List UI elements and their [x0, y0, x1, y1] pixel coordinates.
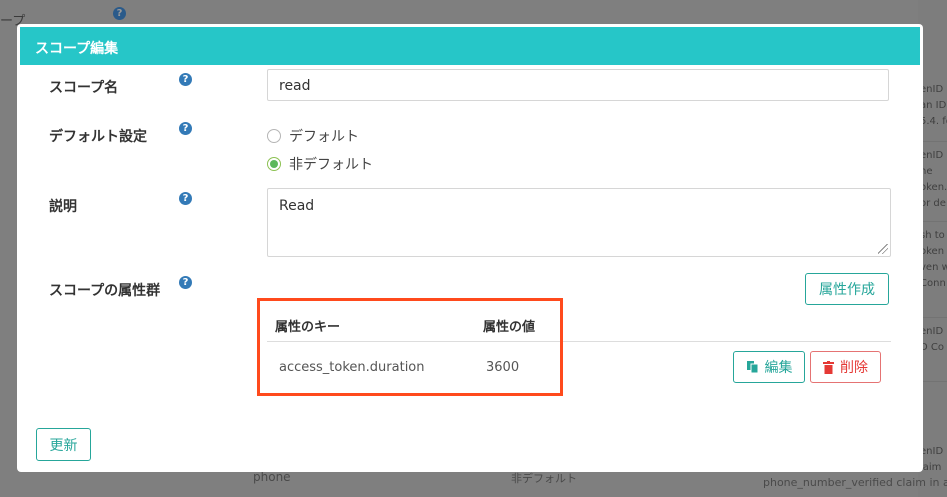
background-snippet: enID [920, 150, 944, 161]
update-button[interactable]: 更新 [36, 428, 91, 461]
delete-attribute-button[interactable]: 削除 [810, 351, 881, 383]
background-snippet: or de [920, 198, 946, 209]
scope-name-help-icon[interactable]: ? [179, 73, 192, 86]
background-snippet: enID [920, 326, 944, 337]
scope-attributes-label: スコープの属性群 [49, 283, 161, 299]
create-attribute-button[interactable]: 属性作成 [805, 273, 889, 305]
background-help-icon: ? [113, 7, 126, 20]
radio-default-label: デフォルト [289, 129, 359, 145]
background-snippet: D Co [920, 342, 944, 353]
scope-attributes-help-icon[interactable]: ? [179, 276, 192, 289]
copy-icon [746, 361, 758, 374]
scope-name-input[interactable]: read [267, 69, 889, 101]
background-snippet: sh to [920, 230, 945, 241]
background-snippet: enID [920, 446, 944, 457]
resize-handle-icon[interactable] [878, 244, 888, 254]
background-snippet: ven w [920, 262, 947, 273]
radio-non-default[interactable]: 非デフォルト [267, 154, 373, 174]
description-help-icon[interactable]: ? [179, 192, 192, 205]
background-scope-name: phone [253, 470, 291, 484]
edit-scope-modal: スコープ編集 スコープ名 ? read デフォルト設定 ? デフォルト 非デフォ… [17, 24, 923, 472]
description-textarea[interactable]: Read [267, 188, 891, 257]
background-snippet: oken. [920, 182, 947, 193]
background-snippet: an ID [920, 100, 947, 111]
background-bottom-row: phone 非デフォルト phone_number_verified claim… [0, 470, 947, 497]
scope-name-label: スコープ名 [49, 80, 119, 96]
background-claim-description: phone_number_verified claim in an [763, 476, 947, 489]
radio-non-default-circle[interactable] [267, 157, 281, 171]
radio-default-circle[interactable] [267, 129, 281, 143]
edit-attribute-label: 編集 [764, 360, 793, 376]
radio-default[interactable]: デフォルト [267, 126, 359, 146]
background-snippet: he [920, 166, 933, 177]
default-setting-help-icon[interactable]: ? [179, 122, 192, 135]
trash-icon [823, 360, 834, 374]
background-scope-type: 非デフォルト [511, 472, 577, 485]
modal-header: スコープ編集 [20, 27, 920, 65]
modal-title: スコープ編集 [35, 41, 119, 57]
background-snippet: enID [920, 84, 944, 95]
description-text: Read [279, 198, 315, 214]
description-label: 説明 [49, 199, 77, 215]
delete-attribute-label: 削除 [840, 360, 868, 376]
background-snippet: 5.4. fo [920, 116, 947, 127]
attribute-highlight-box [257, 298, 563, 396]
background-snippet: Conn [920, 278, 946, 289]
edit-attribute-button[interactable]: 編集 [733, 351, 805, 383]
default-setting-label: デフォルト設定 [49, 129, 147, 145]
background-snippet: oken [920, 246, 945, 257]
radio-non-default-label: 非デフォルト [289, 157, 373, 173]
